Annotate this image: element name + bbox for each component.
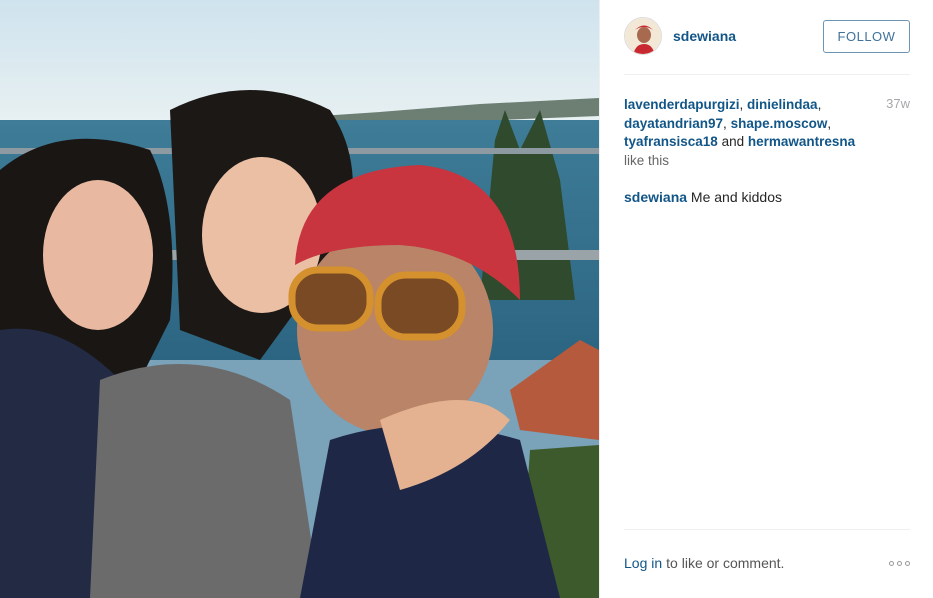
avatar-image [625, 18, 661, 54]
liker-link[interactable]: tyafransisca18 [624, 134, 718, 149]
liker-link[interactable]: lavenderdapurgizi [624, 97, 740, 112]
liker-link[interactable]: dinielindaa [747, 97, 818, 112]
liker-link[interactable]: hermawantresna [748, 134, 855, 149]
more-options-icon[interactable] [889, 560, 910, 566]
liker-and-word: and [717, 134, 748, 149]
liker-link[interactable]: shape.moscow [731, 116, 828, 131]
caption-author-link[interactable]: sdewiana [624, 189, 687, 205]
follow-button[interactable]: FOLLOW [823, 19, 910, 53]
post-footer: Log in to like or comment. [624, 553, 910, 573]
post-side-panel: sdewiana FOLLOW lavenderdapurgizi, dinie… [599, 0, 933, 598]
login-prompt-text: to like or comment. [666, 555, 785, 571]
likes-summary: lavenderdapurgizi, dinielindaa, dayatand… [624, 96, 874, 170]
post-caption: sdewiana Me and kiddos [624, 188, 782, 206]
post-photo-image [0, 0, 599, 598]
post-photo[interactable] [0, 0, 599, 598]
post-header: sdewiana FOLLOW [624, 16, 910, 56]
liker-separator: , [723, 115, 731, 131]
caption-text: Me and kiddos [690, 189, 782, 205]
header-divider [624, 74, 910, 75]
liker-separator: , [817, 97, 822, 112]
footer-divider [624, 529, 910, 530]
login-link[interactable]: Log in [624, 555, 662, 571]
author-username-link[interactable]: sdewiana [673, 28, 736, 44]
liker-separator: , [739, 97, 748, 112]
liker-separator: , [827, 115, 832, 131]
author-avatar[interactable] [624, 17, 662, 55]
like-this-text: like this [624, 152, 670, 168]
more-dot [897, 560, 902, 566]
more-dot [905, 560, 910, 566]
post-timestamp[interactable]: 37w [886, 96, 910, 111]
liker-link[interactable]: dayatandrian97 [624, 116, 723, 131]
more-dot [889, 560, 894, 566]
